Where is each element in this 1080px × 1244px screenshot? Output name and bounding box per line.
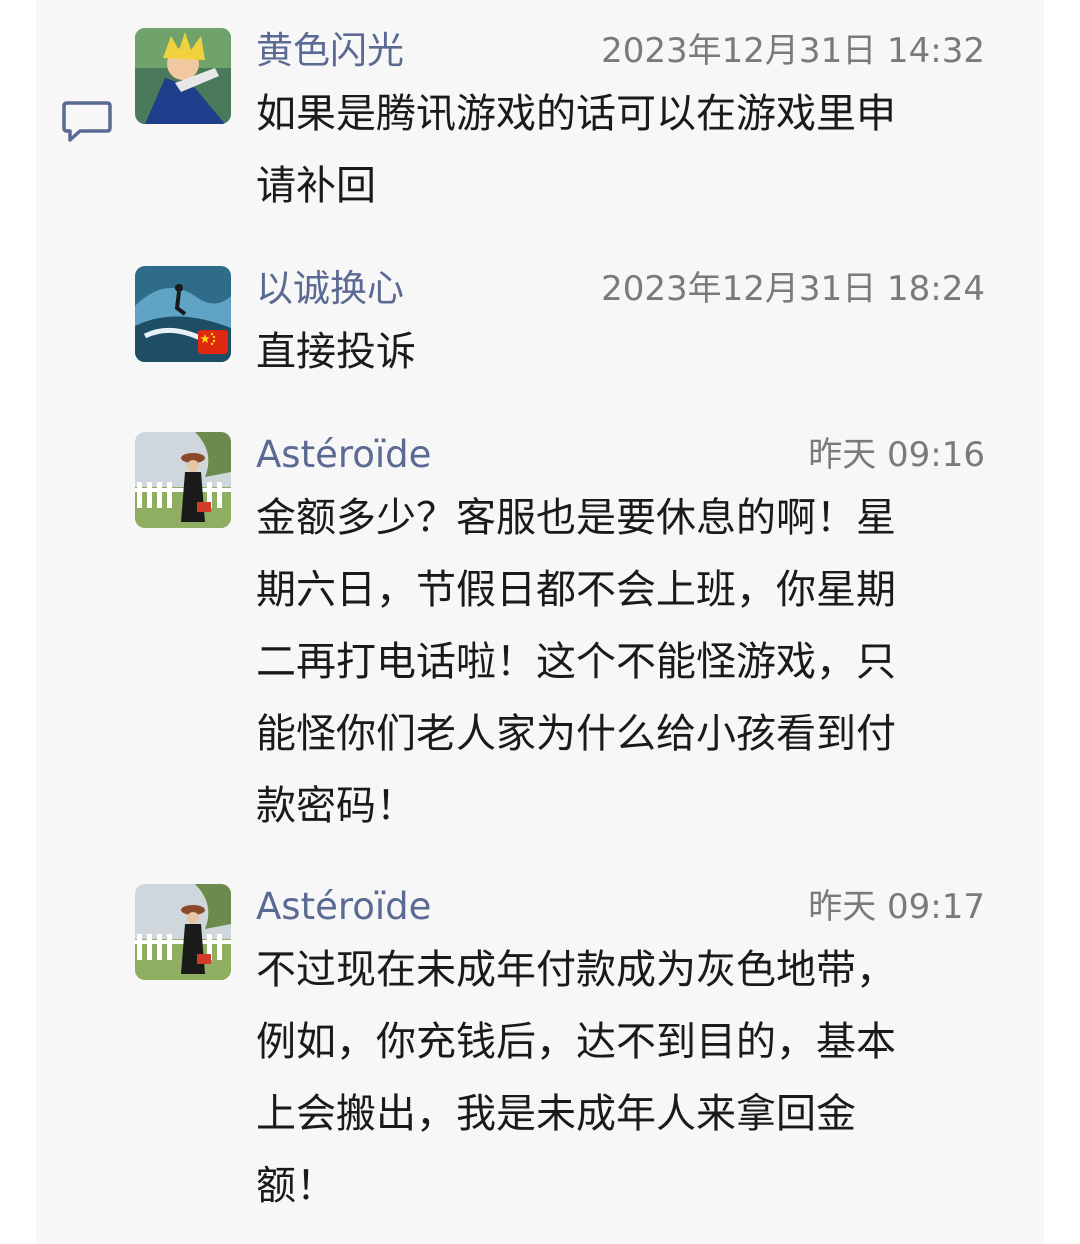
comment-text-line: 二再打电话啦！这个不能怪游戏，只 <box>256 639 896 685</box>
comment-text-line: 能怪你们老人家为什么给小孩看到付 <box>256 711 896 757</box>
comment-bubble-icon[interactable] <box>62 100 112 144</box>
china-flag-icon <box>198 328 228 356</box>
comment-time: 昨天 09:17 <box>808 887 985 927</box>
comment-time: 2023年12月31日 14:32 <box>601 31 985 71</box>
comment-time: 2023年12月31日 18:24 <box>601 269 985 309</box>
comment-text-line: 例如，你充钱后，达不到目的，基本 <box>256 1019 896 1065</box>
comment-text: 金额多少？客服也是要休息的啊！星 期六日，节假日都不会上班，你星期 二再打电话啦… <box>256 482 986 842</box>
comment-text-line: 款密码！ <box>256 783 416 829</box>
anime-character-avatar[interactable] <box>135 28 231 124</box>
comment-item[interactable]: Astéroïde 昨天 09:17 不过现在未成年付款成为灰色地带， 例如，你… <box>135 884 985 1224</box>
comment-text-line: 上会搬出，我是未成年人来拿回金 <box>256 1091 856 1137</box>
comment-time: 昨天 09:16 <box>808 435 985 475</box>
comment-author[interactable]: 以诚换心 <box>256 266 404 312</box>
comment-text: 不过现在未成年付款成为灰色地带， 例如，你充钱后，达不到目的，基本 上会搬出，我… <box>256 934 986 1222</box>
comment-author[interactable]: Astéroïde <box>256 432 431 478</box>
comment-text-line: 不过现在未成年付款成为灰色地带， <box>256 947 896 993</box>
comment-item[interactable]: Astéroïde 昨天 09:16 金额多少？客服也是要休息的啊！星 期六日，… <box>135 432 985 852</box>
comment-author[interactable]: 黄色闪光 <box>256 28 404 74</box>
comment-text-line: 期六日，节假日都不会上班，你星期 <box>256 567 896 613</box>
comment-text: 直接投诉 <box>256 316 986 388</box>
comment-text: 如果是腾讯游戏的话可以在游戏里申 请补回 <box>256 78 986 222</box>
comment-text-line: 直接投诉 <box>256 329 416 375</box>
person-garden-avatar[interactable] <box>135 884 231 980</box>
comment-text-line: 如果是腾讯游戏的话可以在游戏里申 <box>256 91 896 137</box>
comment-text-line: 请补回 <box>256 163 376 209</box>
comment-text-line: 金额多少？客服也是要休息的啊！星 <box>256 495 896 541</box>
comment-author[interactable]: Astéroïde <box>256 884 431 930</box>
comment-item[interactable]: 黄色闪光 2023年12月31日 14:32 如果是腾讯游戏的话可以在游戏里申 … <box>135 28 985 228</box>
comment-text-line: 额！ <box>256 1163 336 1209</box>
comment-item[interactable]: 以诚换心 2023年12月31日 18:24 直接投诉 <box>135 266 985 386</box>
person-garden-avatar[interactable] <box>135 432 231 528</box>
